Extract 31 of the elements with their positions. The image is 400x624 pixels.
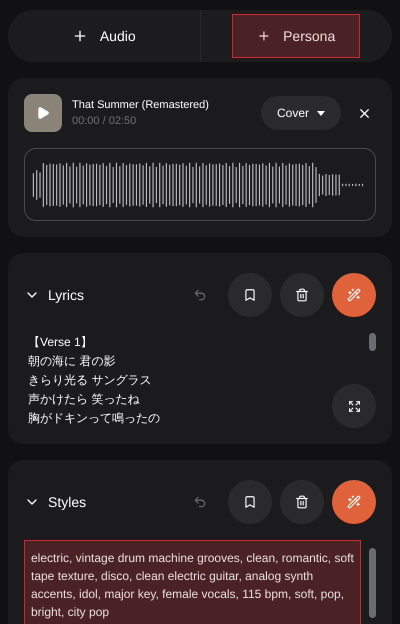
bookmark-button[interactable] bbox=[228, 273, 272, 317]
bookmark-button[interactable] bbox=[228, 480, 272, 524]
collapse-toggle[interactable]: Styles bbox=[24, 492, 86, 512]
play-icon bbox=[36, 106, 50, 120]
magic-wand-button[interactable] bbox=[332, 480, 376, 524]
caret-icon bbox=[317, 110, 325, 116]
undo-icon bbox=[193, 495, 207, 509]
bookmark-icon bbox=[243, 495, 257, 509]
add-button[interactable]: Audio bbox=[48, 14, 160, 58]
trash-icon bbox=[295, 495, 309, 509]
track-title: That Summer (Remastered) bbox=[72, 98, 209, 112]
scrollbar-thumb[interactable] bbox=[369, 548, 376, 618]
expand-icon bbox=[348, 400, 360, 412]
bookmark-icon bbox=[243, 288, 257, 302]
expand-button[interactable] bbox=[332, 384, 376, 428]
collapse-toggle[interactable]: Lyrics bbox=[24, 284, 84, 306]
trash-icon bbox=[295, 288, 309, 302]
clear-button[interactable] bbox=[280, 273, 324, 317]
clear-button[interactable] bbox=[280, 480, 324, 524]
add-button[interactable]: Persona bbox=[232, 14, 360, 58]
mode-dropdown[interactable]: Cover bbox=[260, 96, 341, 130]
track-time: 00:00 / 02:50 bbox=[72, 114, 138, 129]
plus-icon bbox=[72, 28, 88, 44]
undo-icon bbox=[193, 288, 207, 302]
magic-wand-button[interactable] bbox=[332, 273, 376, 317]
magic-wand-icon bbox=[347, 495, 361, 509]
lyrics-text[interactable]: 【Verse 1】 朝の海に 君の影 きらり光る サングラス 声かけたら 笑ったね 胸がドキンって鳴ったの bbox=[24, 333, 324, 428]
scrollbar-thumb[interactable] bbox=[369, 333, 376, 351]
magic-wand-icon bbox=[347, 288, 361, 302]
cover-thumbnail[interactable] bbox=[24, 94, 62, 132]
styles-text[interactable]: electric, vintage drum machine grooves, clean, romantic, soft tape texture, disco, clean electric guitar, analog synth accents, idol, major key, female vocals, 115 bpm, soft, pop, bright, city pop bbox=[24, 540, 361, 624]
